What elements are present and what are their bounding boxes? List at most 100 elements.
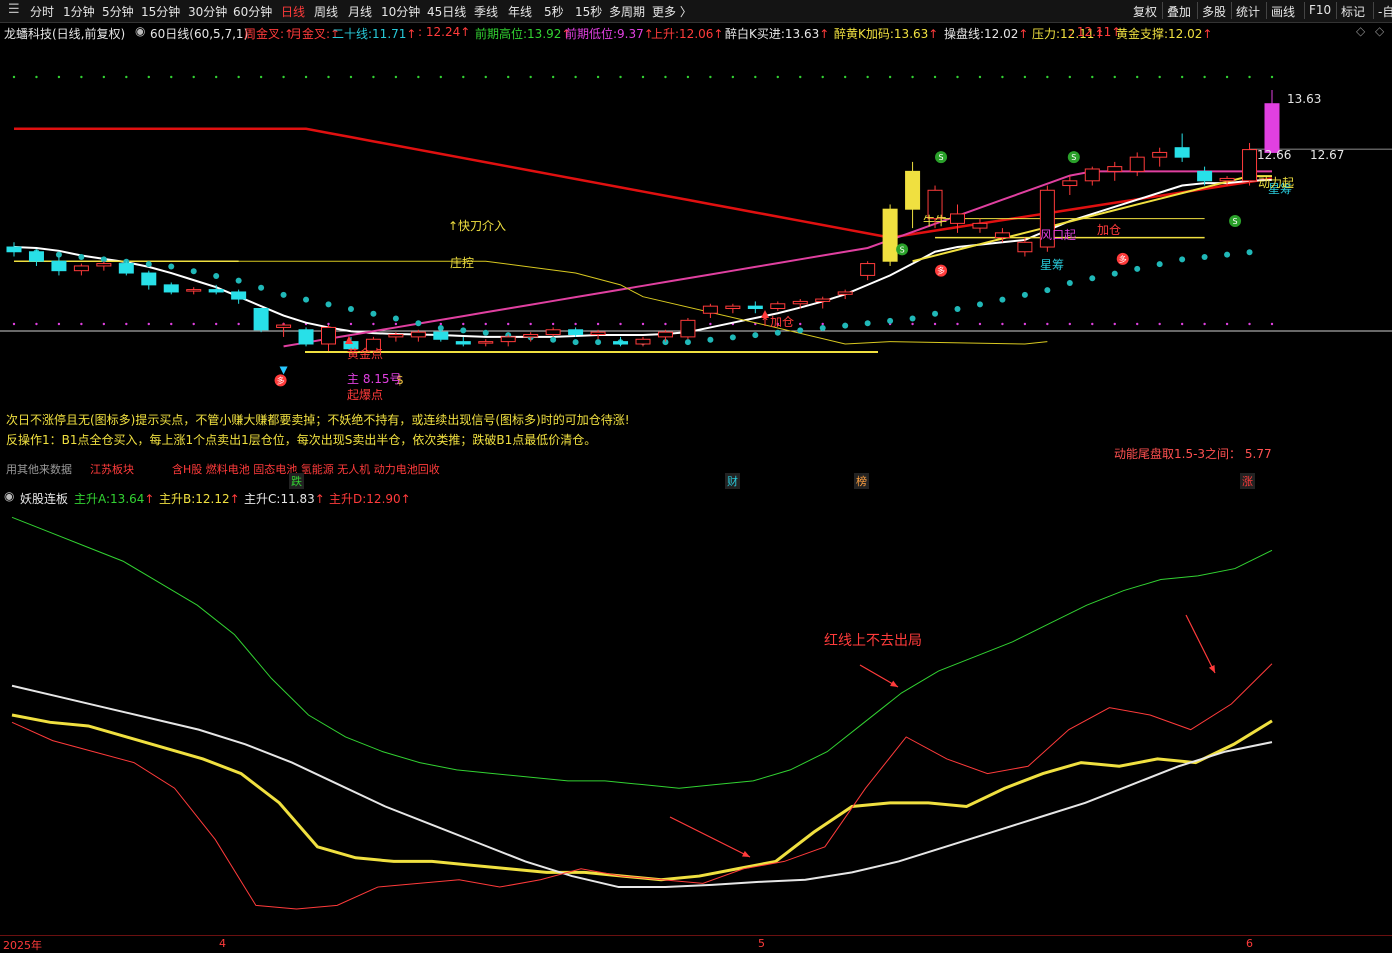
tool-7[interactable]: -自 <box>1378 3 1392 20</box>
candle[interactable] <box>905 161 921 229</box>
period-9[interactable]: 10分钟 <box>381 3 420 20</box>
candle[interactable] <box>680 317 696 340</box>
sector-label[interactable]: 江苏板块 <box>90 461 134 477</box>
tool-2[interactable]: 多股 <box>1202 3 1226 20</box>
marker-dot <box>147 322 150 326</box>
candle[interactable] <box>770 301 786 311</box>
legend-item-3: : 12.24↑ <box>418 25 470 39</box>
period-16[interactable]: 更多 〉 <box>652 3 692 20</box>
marker-dot <box>978 322 982 326</box>
marker-dot <box>1046 322 1049 326</box>
tool-6[interactable]: 标记 <box>1341 3 1365 20</box>
buy-signal-icon[interactable]: 多 <box>274 374 287 387</box>
candle[interactable] <box>276 322 292 337</box>
collapse-icon[interactable]: ◇ <box>1375 24 1384 38</box>
candle[interactable] <box>545 327 561 337</box>
candle[interactable] <box>725 303 741 314</box>
legend-item-label: 前期低位: <box>565 27 618 41</box>
sell-signal-icon[interactable]: S <box>896 243 909 256</box>
candle[interactable] <box>73 263 89 276</box>
sar-dot <box>1224 251 1231 258</box>
candle[interactable] <box>523 332 539 342</box>
candle[interactable] <box>1174 133 1190 162</box>
annotation-zhuangkong: 庄控 <box>450 255 474 270</box>
candle[interactable] <box>141 270 157 290</box>
candle[interactable] <box>6 242 22 257</box>
candle[interactable] <box>1107 161 1123 181</box>
candle[interactable] <box>1129 152 1145 177</box>
candle[interactable] <box>253 308 269 333</box>
candle-body <box>1152 151 1168 158</box>
candle[interactable] <box>1242 142 1258 186</box>
period-12[interactable]: 年线 <box>508 3 532 20</box>
candle[interactable] <box>860 261 876 281</box>
period-7[interactable]: 周线 <box>314 3 338 20</box>
candle-body <box>163 284 179 293</box>
period-10[interactable]: 45日线 <box>427 3 466 20</box>
candle[interactable] <box>702 303 718 318</box>
buy-signal-icon[interactable]: 多 <box>935 264 948 277</box>
legend-toggle-icon[interactable]: ◉ <box>135 24 145 38</box>
tool-4[interactable]: 画线 <box>1271 3 1295 20</box>
candle[interactable] <box>433 329 449 342</box>
x-axis-label-may: 5 <box>758 937 765 950</box>
period-2[interactable]: 5分钟 <box>102 3 134 20</box>
period-0[interactable]: 分时 <box>30 3 54 20</box>
period-5[interactable]: 60分钟 <box>233 3 272 20</box>
candle[interactable] <box>163 282 179 295</box>
candle[interactable] <box>1152 147 1168 167</box>
candle[interactable] <box>96 261 112 271</box>
sar-dot <box>954 306 961 313</box>
candle[interactable] <box>321 325 336 352</box>
candle[interactable] <box>1264 90 1280 153</box>
tool-1[interactable]: 叠加 <box>1167 3 1191 20</box>
sell-signal-icon[interactable]: S <box>1067 151 1080 164</box>
candle[interactable] <box>882 204 898 266</box>
candle[interactable] <box>747 301 763 314</box>
candle[interactable] <box>1062 176 1078 195</box>
period-15[interactable]: 多周期 <box>609 3 645 20</box>
expand-icon[interactable]: ◇ <box>1356 24 1365 38</box>
period-14[interactable]: 15秒 <box>575 3 602 20</box>
tool-3[interactable]: 统计 <box>1236 3 1260 20</box>
candle[interactable] <box>298 327 314 347</box>
x-axis-label-apr: 4 <box>219 937 226 950</box>
candle[interactable] <box>186 287 202 295</box>
tool-5[interactable]: F10 <box>1309 3 1331 17</box>
concept-list[interactable]: 含H股 燃料电池 固态电池 氢能源 无人机 动力电池回收 <box>172 461 440 477</box>
period-13[interactable]: 5秒 <box>544 3 564 20</box>
marker-dot <box>1180 75 1184 79</box>
indicator-toggle-icon[interactable]: ◉ <box>4 489 14 503</box>
candle[interactable] <box>118 261 134 276</box>
candle[interactable] <box>613 336 629 347</box>
marker-dot <box>641 75 645 79</box>
data-source-label[interactable]: 用其他来数据 <box>6 461 72 477</box>
period-3[interactable]: 15分钟 <box>141 3 180 20</box>
menu-icon[interactable]: ☰ <box>8 2 20 17</box>
period-11[interactable]: 季线 <box>474 3 498 20</box>
period-4[interactable]: 30分钟 <box>188 3 227 20</box>
candle[interactable] <box>657 329 673 342</box>
candle[interactable] <box>455 336 471 347</box>
candle[interactable] <box>28 249 44 266</box>
candle[interactable] <box>635 336 651 347</box>
period-8[interactable]: 月线 <box>348 3 372 20</box>
candle[interactable] <box>231 289 247 304</box>
candle[interactable] <box>478 339 494 347</box>
sell-signal-icon[interactable]: S <box>935 151 948 164</box>
marker-dot <box>1225 322 1229 326</box>
sell-signal-icon[interactable]: S <box>1229 215 1242 228</box>
candle[interactable] <box>410 329 426 342</box>
buy-signal-icon[interactable]: 多 <box>1116 252 1129 265</box>
candle-body <box>118 263 134 274</box>
period-6[interactable]: 日线 <box>281 3 305 20</box>
candle[interactable] <box>1084 166 1100 186</box>
legend-item-label: 上升: <box>651 27 680 41</box>
sub-chart[interactable]: 红线上不去出局 <box>0 505 1392 935</box>
candle[interactable] <box>972 218 988 233</box>
tool-0[interactable]: 复权 <box>1133 3 1157 20</box>
candle[interactable] <box>837 289 853 300</box>
candle[interactable] <box>51 256 67 276</box>
candle-body <box>6 246 22 253</box>
period-1[interactable]: 1分钟 <box>63 3 95 20</box>
